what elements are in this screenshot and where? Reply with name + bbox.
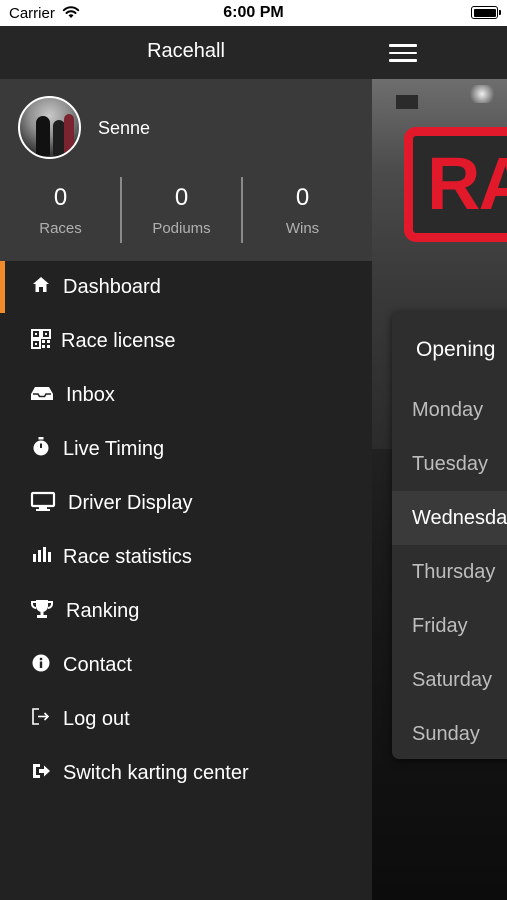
menu-item-label: Live Timing <box>63 438 165 460</box>
menu-item-log-out[interactable]: Log out <box>0 693 372 747</box>
status-bar: Carrier 6:00 PM <box>0 0 507 26</box>
hamburger-menu-icon[interactable] <box>389 44 417 62</box>
menu-item-race-license[interactable]: Race license <box>0 315 372 369</box>
menu-item-label: Dashboard <box>63 276 161 298</box>
battery-icon <box>471 6 501 19</box>
drawer-menu: Dashboard Race license Inbox Live Timing… <box>0 261 372 801</box>
menu-item-inbox[interactable]: Inbox <box>0 369 372 423</box>
stat-wins-label: Wins <box>285 220 320 237</box>
switch-center-icon <box>33 764 50 778</box>
bar-chart-icon <box>33 547 51 562</box>
trophy-icon <box>31 600 53 618</box>
racehall-logo: RA <box>427 142 507 225</box>
user-name: Senne <box>98 118 151 138</box>
stat-podiums-label: Podiums <box>152 220 211 237</box>
day-sunday: Sunday <box>412 723 480 745</box>
inbox-tray-icon <box>31 387 53 400</box>
menu-item-dashboard[interactable]: Dashboard <box>0 261 372 315</box>
menu-item-switch-karting-center[interactable]: Switch karting center <box>0 747 372 801</box>
opening-hours-title: Opening <box>416 338 496 361</box>
qr-code-icon <box>31 329 51 349</box>
day-wednesday: Wednesday <box>392 491 507 545</box>
opening-hours-card: Opening Monday Tuesday Wednesday Thursda… <box>392 311 507 759</box>
main-screen: RA Opening Monday Tuesday Wednesday Thur… <box>372 26 507 900</box>
stat-races-label: Races <box>39 220 82 237</box>
stat-races: 0 Races <box>0 177 121 247</box>
day-monday: Monday <box>412 399 484 421</box>
stat-wins: 0 Wins <box>242 177 363 247</box>
stat-races-value: 0 <box>53 184 68 211</box>
menu-item-label: Log out <box>63 708 130 730</box>
menu-item-label: Contact <box>63 654 132 676</box>
monitor-icon <box>30 491 56 511</box>
day-friday: Friday <box>412 615 468 637</box>
menu-item-label: Switch karting center <box>63 762 249 784</box>
stat-podiums: 0 Podiums <box>121 177 242 247</box>
menu-item-label: Driver Display <box>68 492 193 514</box>
stat-podiums-value: 0 <box>174 184 189 211</box>
menu-item-driver-display[interactable]: Driver Display <box>0 477 372 531</box>
logout-icon <box>32 708 50 725</box>
day-saturday: Saturday <box>412 669 493 691</box>
menu-item-label: Ranking <box>66 600 140 622</box>
profile-panel: Senne 0 Races 0 Podiums 0 Wins <box>0 79 372 261</box>
day-thursday: Thursday <box>412 561 496 583</box>
clock: 6:00 PM <box>223 4 284 21</box>
stopwatch-icon <box>33 437 49 456</box>
info-icon <box>32 654 50 672</box>
menu-item-race-statistics[interactable]: Race statistics <box>0 531 372 585</box>
menu-item-label: Race license <box>61 330 176 352</box>
stats-row: 0 Races 0 Podiums 0 Wins <box>0 177 372 247</box>
drawer-title: Racehall <box>147 40 225 62</box>
main-navbar <box>372 26 507 79</box>
menu-item-live-timing[interactable]: Live Timing <box>0 423 372 477</box>
menu-item-contact[interactable]: Contact <box>0 639 372 693</box>
day-tuesday: Tuesday <box>412 453 488 475</box>
menu-item-ranking[interactable]: Ranking <box>0 585 372 639</box>
stat-wins-value: 0 <box>295 184 310 211</box>
home-icon <box>33 277 49 292</box>
drawer-header: Racehall <box>0 26 372 79</box>
menu-item-label: Race statistics <box>63 546 192 568</box>
avatar[interactable] <box>18 96 81 159</box>
menu-item-label: Inbox <box>66 384 115 406</box>
side-drawer: Racehall Senne 0 Races 0 Podiums 0 Wins <box>0 26 372 900</box>
